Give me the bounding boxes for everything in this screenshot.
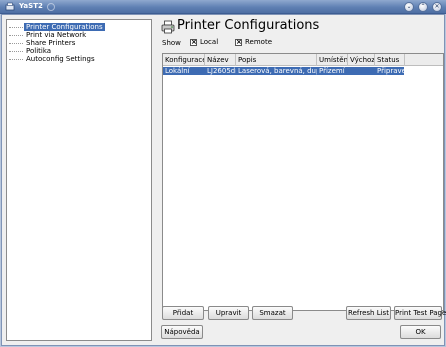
print-test-page-button[interactable]: Print Test Page <box>394 306 446 320</box>
show-label: Show <box>162 39 181 47</box>
tree-item-share-printers[interactable]: Share Printers <box>7 39 77 47</box>
ok-button[interactable]: OK <box>400 325 441 339</box>
column-header-umisteni[interactable]: Umístění <box>317 54 348 66</box>
table-cell: Přízemí <box>319 67 345 75</box>
table-cell: Připraven <box>377 67 404 75</box>
tree-item-politika[interactable]: Politika <box>7 47 53 55</box>
tree-item-print-via-network[interactable]: Print via Network <box>7 31 88 39</box>
tree-item-autoconfig-settings[interactable]: Autoconfig Settings <box>7 55 97 63</box>
table-cell <box>348 67 375 75</box>
printer-table[interactable]: Konfigurace Název Popis Umístění Výchozí… <box>162 53 444 311</box>
tree-item-label: Printer Configurations <box>24 23 105 31</box>
page-title: Printer Configurations <box>177 18 320 33</box>
local-checkbox-label: Local <box>200 38 219 46</box>
column-header-konfigurace[interactable]: Konfigurace <box>163 54 205 66</box>
pin-icon[interactable] <box>46 2 56 12</box>
printer-icon <box>161 20 175 34</box>
table-cell: Laserová, barevná, duplexní <box>238 67 317 75</box>
delete-button[interactable]: Smazat <box>252 306 293 320</box>
maximize-button[interactable]: ⌃ <box>418 2 428 12</box>
tree-connector <box>9 26 23 28</box>
tree-item-label: Share Printers <box>26 39 76 47</box>
yast-app-icon <box>5 2 15 11</box>
close-button[interactable]: ✕ <box>432 2 442 12</box>
edit-button[interactable]: Upravit <box>208 306 249 320</box>
table-header: Konfigurace Název Popis Umístění Výchozí… <box>163 54 443 66</box>
local-checkbox[interactable]: × Local <box>190 38 218 46</box>
remote-checkbox-label: Remote <box>245 38 273 46</box>
navigation-tree[interactable]: Printer Configurations Print via Network… <box>6 19 152 341</box>
add-button[interactable]: Přidat <box>162 306 204 320</box>
table-cell: LJ2605dn <box>207 67 236 75</box>
column-header-popis[interactable]: Popis <box>236 54 317 66</box>
tree-item-label: Print via Network <box>26 31 87 39</box>
chevron-up-icon: ⌃ <box>420 3 426 10</box>
column-header-vychozi[interactable]: Výchozí <box>348 54 375 66</box>
checkbox-checked-icon: × <box>190 37 197 46</box>
help-button[interactable]: Nápověda <box>161 325 203 339</box>
column-header-nazev[interactable]: Název <box>205 54 236 66</box>
tree-item-label: Politika <box>26 47 52 55</box>
tree-connector <box>9 42 23 44</box>
window-title: YaST2 <box>19 2 43 10</box>
table-row[interactable]: Lokální LJ2605dn Laserová, barevná, dupl… <box>163 67 404 75</box>
tree-item-printer-configurations[interactable]: Printer Configurations <box>7 23 105 31</box>
main-window: Printer Configurations Print via Network… <box>1 14 446 346</box>
minimize-button[interactable]: ⌄ <box>404 2 414 12</box>
table-cell: Lokální <box>165 67 190 75</box>
refresh-list-button[interactable]: Refresh List <box>346 306 391 320</box>
checkbox-checked-icon: × <box>235 37 242 46</box>
remote-checkbox[interactable]: × Remote <box>235 38 272 46</box>
chevron-down-icon: ⌄ <box>406 3 412 10</box>
tree-item-label: Autoconfig Settings <box>26 55 95 63</box>
tree-connector <box>9 58 23 60</box>
tree-connector <box>9 34 23 36</box>
close-icon: ✕ <box>434 3 440 10</box>
tree-connector <box>9 50 23 52</box>
window-titlebar[interactable]: YaST2 ⌄ ⌃ ✕ <box>0 0 446 14</box>
column-header-status[interactable]: Status <box>375 54 405 66</box>
